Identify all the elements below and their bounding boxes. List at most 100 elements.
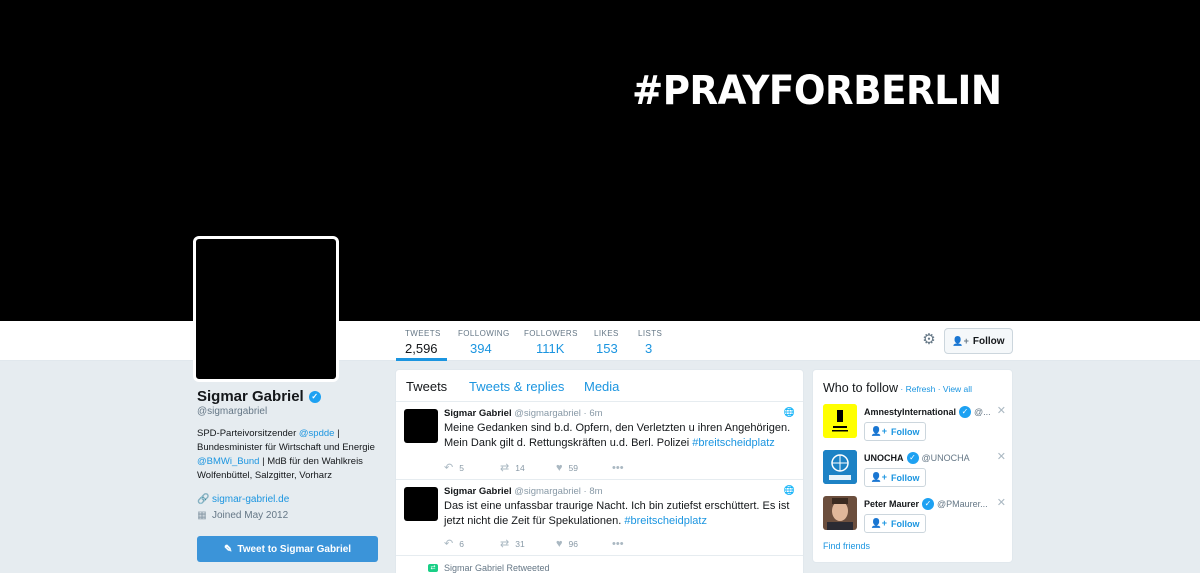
refresh-link[interactable]: Refresh <box>906 384 936 394</box>
suggestion-name[interactable]: Peter Maurer <box>864 499 919 509</box>
tweet-separator: · <box>583 486 587 497</box>
banner-hashtag: #PRAYFORBERLIN <box>632 68 1002 114</box>
reply-icon: ↶ <box>444 462 454 474</box>
tweet-to-button[interactable]: ✎ Tweet to Sigmar Gabriel <box>197 536 378 562</box>
stat-value: 111K <box>536 341 565 356</box>
like-action[interactable]: ♥ 96 <box>556 538 612 550</box>
heart-icon: ♥ <box>556 461 563 474</box>
like-action[interactable]: ♥ 59 <box>556 462 612 474</box>
stat-tweets[interactable]: Tweets 2,596 <box>405 329 441 356</box>
stat-likes[interactable]: Likes 153 <box>594 329 619 356</box>
suggestion-follow-label: Follow <box>890 426 920 437</box>
heart-icon: ♥ <box>556 537 563 550</box>
tweet-time[interactable]: 8m <box>589 486 602 497</box>
tweet-hashtag[interactable]: #breitscheidplatz <box>692 437 775 449</box>
who-to-follow-header: Who to follow · Refresh · View all <box>823 379 972 397</box>
suggestion-handle[interactable]: @UNOCHA <box>922 453 970 463</box>
retweet-action[interactable]: ⇄ 31 <box>500 537 556 550</box>
who-to-follow: Who to follow · Refresh · View all Amnes… <box>812 369 1013 563</box>
globe-icon: 🌐 <box>783 485 795 495</box>
more-icon: ••• <box>612 537 624 550</box>
retweet-action[interactable]: ⇄ 14 <box>500 461 556 474</box>
profile-website[interactable]: sigmar-gabriel.de <box>212 492 289 508</box>
suggestion-follow-label: Follow <box>890 472 920 483</box>
gear-icon[interactable]: ⚙ <box>921 332 937 348</box>
close-icon[interactable]: ✕ <box>997 496 1006 509</box>
profile-handle[interactable]: @sigmargabriel <box>197 406 377 417</box>
suggestion-follow-button[interactable]: 👤+ Follow <box>864 422 926 441</box>
suggestion-avatar[interactable] <box>823 450 857 484</box>
tweet-item[interactable]: Sigmar Gabriel @sigmargabriel · 8m 🌐 Das… <box>396 481 803 556</box>
like-count: 59 <box>568 462 578 473</box>
suggestion-handle[interactable]: @PMaurer... <box>937 499 988 509</box>
find-friends-link[interactable]: Find friends <box>823 541 870 551</box>
tweet-actions: ↶ 6 ⇄ 31 ♥ 96 ••• <box>444 537 668 551</box>
reply-icon: ↶ <box>444 538 454 550</box>
suggestion-name[interactable]: AmnestyInternational <box>864 407 956 417</box>
tweet-actions: ↶ 5 ⇄ 14 ♥ 59 ••• <box>444 461 668 475</box>
link-icon: 🔗 <box>197 494 210 505</box>
globe-icon: 🌐 <box>783 407 795 417</box>
active-stat-indicator <box>396 358 447 361</box>
stat-label: Tweets <box>405 329 441 338</box>
compose-icon: ✎ <box>223 543 233 555</box>
tab-tweets-replies[interactable]: Tweets & replies <box>469 379 564 394</box>
suggestion-name[interactable]: UNOCHA <box>864 453 904 463</box>
timeline: Tweets Tweets & replies Media Sigmar Gab… <box>395 369 804 573</box>
suggestion-handle[interactable]: @... <box>974 407 991 417</box>
profile-name[interactable]: Sigmar Gabriel <box>197 388 304 405</box>
more-action[interactable]: ••• <box>612 538 668 550</box>
verified-icon: ✓ <box>922 498 935 510</box>
profile-avatar[interactable] <box>193 236 339 382</box>
tweet-time[interactable]: 6m <box>589 408 602 419</box>
profile-joined: Joined May 2012 <box>212 510 289 521</box>
tweet-avatar[interactable] <box>404 487 438 521</box>
tweet-author-name[interactable]: Sigmar Gabriel <box>444 408 512 419</box>
suggestion-name-row: Peter Maurer ✓ @PMaurer... <box>864 498 994 510</box>
stat-lists[interactable]: Lists 3 <box>638 329 662 356</box>
view-all-link[interactable]: View all <box>943 384 972 394</box>
retweet-icon: ⇄ <box>500 538 510 550</box>
follow-button[interactable]: 👤+ Follow <box>944 328 1013 354</box>
reply-count: 6 <box>459 538 464 549</box>
retweet-badge-icon: ⇄ <box>428 564 438 572</box>
tweet-body: Das ist eine unfassbar traurige Nacht. I… <box>444 500 790 527</box>
header-separator: · <box>898 384 906 394</box>
reply-action[interactable]: ↶ 5 <box>444 461 500 474</box>
un-logo-icon <box>823 450 857 484</box>
tweet-author-handle[interactable]: @sigmargabriel <box>514 408 581 419</box>
stat-following[interactable]: Following 394 <box>458 329 510 356</box>
retweet-count: 14 <box>515 462 525 473</box>
close-icon[interactable]: ✕ <box>997 404 1006 417</box>
suggestion-avatar[interactable] <box>823 404 857 438</box>
suggestion-follow-label: Follow <box>890 518 920 529</box>
bio-link-spdde[interactable]: @spdde <box>299 428 335 439</box>
tweet-avatar[interactable] <box>404 409 438 443</box>
tweet-author-name[interactable]: Sigmar Gabriel <box>444 486 512 497</box>
stat-label: Following <box>458 329 510 338</box>
add-person-icon: 👤+ <box>952 335 969 346</box>
tweet-text: Das ist eine unfassbar traurige Nacht. I… <box>444 499 799 529</box>
tab-media[interactable]: Media <box>584 379 619 394</box>
suggestion-follow-button[interactable]: 👤+ Follow <box>864 514 926 533</box>
tweet-item[interactable]: Sigmar Gabriel @sigmargabriel · 6m 🌐 Mei… <box>396 403 803 480</box>
stat-followers[interactable]: Followers 111K <box>524 329 578 356</box>
verified-icon: ✓ <box>906 452 919 464</box>
retweeted-label[interactable]: Sigmar Gabriel Retweeted <box>444 563 550 573</box>
suggestion-follow-button[interactable]: 👤+ Follow <box>864 468 926 487</box>
tweet-author-handle[interactable]: @sigmargabriel <box>514 486 581 497</box>
tweet-hashtag[interactable]: #breitscheidplatz <box>624 515 707 527</box>
more-action[interactable]: ••• <box>612 462 668 474</box>
verified-icon: ✓ <box>959 406 972 418</box>
profile-meta: 🔗 sigmar-gabriel.de ▦ Joined May 2012 <box>197 492 377 524</box>
profile-website-row: 🔗 sigmar-gabriel.de <box>197 492 377 508</box>
reply-action[interactable]: ↶ 6 <box>444 537 500 550</box>
bio-text: SPD-Parteivorsitzender <box>197 428 299 439</box>
tab-tweets[interactable]: Tweets <box>406 379 447 394</box>
verified-icon: ✓ <box>308 390 321 403</box>
suggestion-avatar[interactable] <box>823 496 857 530</box>
close-icon[interactable]: ✕ <box>997 450 1006 463</box>
stat-value: 153 <box>596 341 618 356</box>
bio-link-bmwi[interactable]: @BMWi_Bund <box>197 456 259 467</box>
suggestion-item: Peter Maurer ✓ @PMaurer... ✕ 👤+ Follow <box>823 496 1008 542</box>
